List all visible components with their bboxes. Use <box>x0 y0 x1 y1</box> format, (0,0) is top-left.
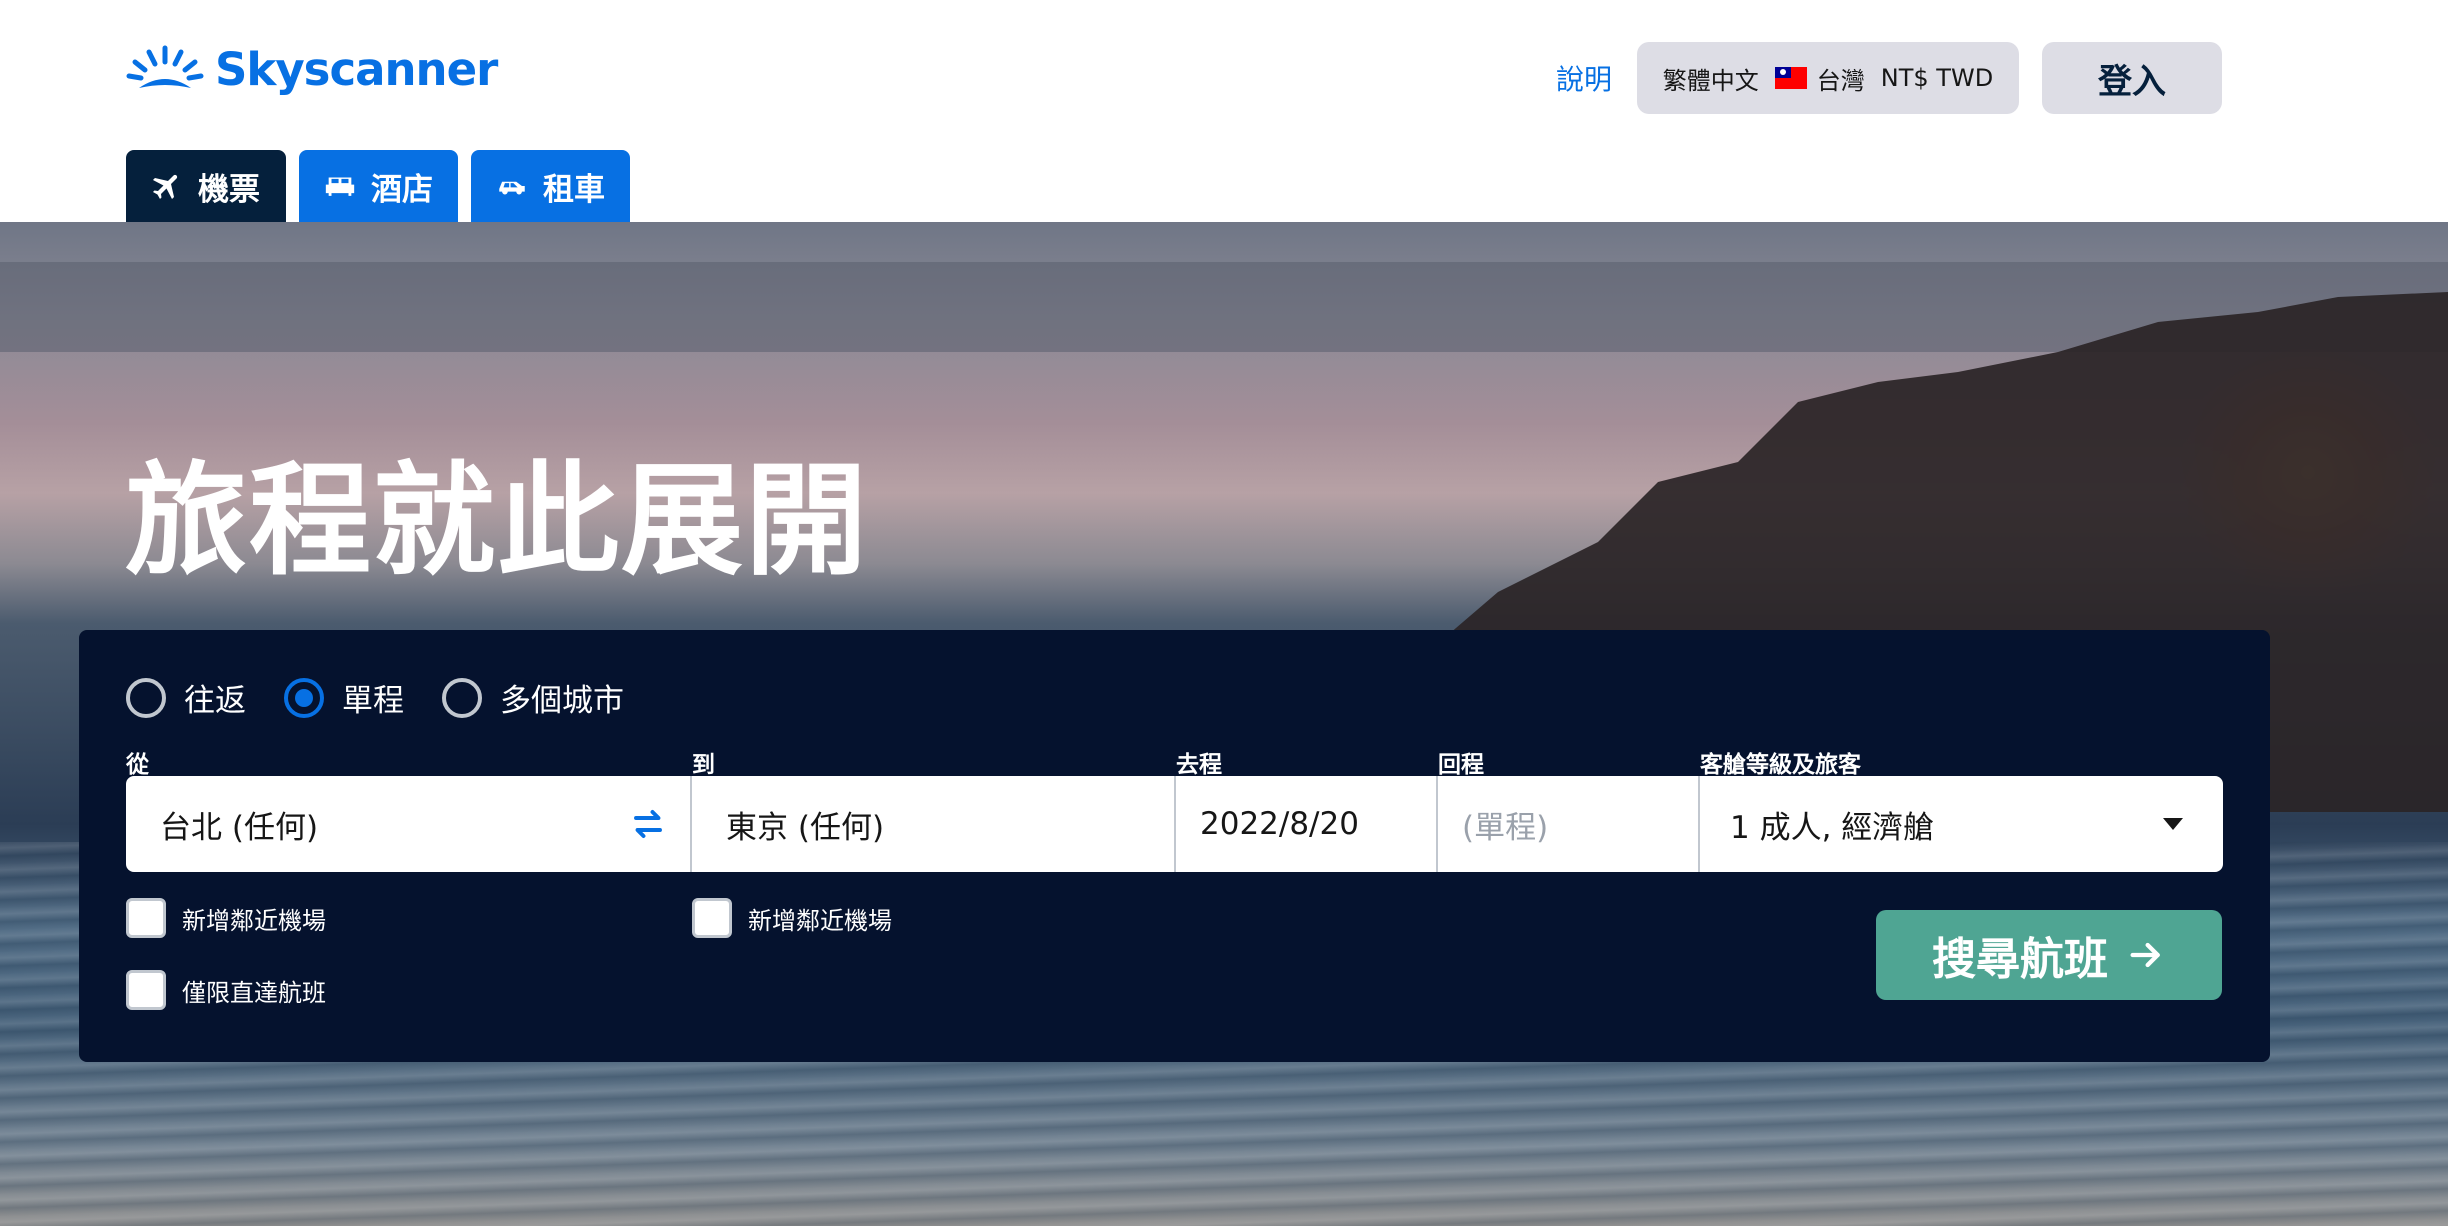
from-value: 台北 (任何) <box>160 809 319 846</box>
plane-icon <box>152 174 178 200</box>
radio-label: 單程 <box>342 683 404 719</box>
travellers-label: 客艙等級及旅客 <box>1700 752 1861 778</box>
from-label: 從 <box>126 752 149 778</box>
tab-label: 機票 <box>198 171 260 208</box>
tab-label: 酒店 <box>371 171 433 208</box>
caret-down-icon <box>2163 818 2183 830</box>
nearby-to-option[interactable]: 新增鄰近機場 <box>692 898 892 938</box>
nearby-from-checkbox[interactable] <box>126 898 166 938</box>
sunrise-icon <box>126 45 204 88</box>
direct-only-option[interactable]: 僅限直達航班 <box>126 970 326 1010</box>
trip-type-one-way[interactable]: 單程 <box>284 675 404 720</box>
search-fields: 台北 (任何) 東京 (任何) 2022/8/20 (單程) 1 成人, 經濟艙 <box>126 776 2223 872</box>
product-tabs: 機票 酒店 租車 <box>126 150 630 222</box>
tab-cars[interactable]: 租車 <box>471 150 630 222</box>
to-input[interactable]: 東京 (任何) <box>692 776 1176 872</box>
hero-title: 旅程就此展開 <box>125 450 869 592</box>
return-date-input[interactable]: (單程) <box>1438 776 1700 872</box>
to-label: 到 <box>692 752 715 778</box>
taiwan-flag-icon <box>1774 67 1807 89</box>
cabin-travellers-select[interactable]: 1 成人, 經濟艙 <box>1700 776 2223 872</box>
radio-label: 多個城市 <box>500 683 624 719</box>
from-input[interactable]: 台北 (任何) <box>126 776 692 872</box>
direct-only-checkbox[interactable] <box>126 970 166 1010</box>
search-flights-button[interactable]: 搜尋航班 <box>1876 910 2222 1000</box>
nearby-to-checkbox[interactable] <box>692 898 732 938</box>
login-button[interactable]: 登入 <box>2042 42 2222 114</box>
flight-search-panel: 往返 單程 多個城市 從 到 去程 回程 客艙等級及旅客 台北 (任何) 東京 … <box>79 630 2270 1062</box>
currency-label: NT$ TWD <box>1880 64 1994 92</box>
arrow-right-icon <box>2130 942 2160 968</box>
checkbox-label: 新增鄰近機場 <box>748 906 892 935</box>
radio-label: 往返 <box>184 683 246 719</box>
return-value: (單程) <box>1462 809 1549 846</box>
nearby-from-option[interactable]: 新增鄰近機場 <box>126 898 326 938</box>
checkbox-label: 僅限直達航班 <box>182 978 326 1007</box>
tab-flights[interactable]: 機票 <box>126 150 286 222</box>
language-label: 繁體中文 <box>1662 66 1759 95</box>
logo-text: Skyscanner <box>215 42 498 96</box>
radio-one-way[interactable] <box>284 677 324 718</box>
depart-label: 去程 <box>1176 752 1222 778</box>
search-button-label: 搜尋航班 <box>1932 934 2108 985</box>
tab-label: 租車 <box>543 171 605 208</box>
travellers-value: 1 成人, 經濟艙 <box>1730 809 1935 846</box>
country-group: 台灣 <box>1774 61 1865 96</box>
trip-type-return[interactable]: 往返 <box>126 675 246 720</box>
swap-icon[interactable] <box>630 806 666 842</box>
skyscanner-logo[interactable]: Skyscanner <box>125 40 498 98</box>
locale-currency-button[interactable]: 繁體中文 台灣 NT$ TWD <box>1637 42 2019 114</box>
checkbox-label: 新增鄰近機場 <box>182 906 326 935</box>
depart-date-input[interactable]: 2022/8/20 <box>1176 776 1438 872</box>
trip-type-multi-city[interactable]: 多個城市 <box>442 675 624 720</box>
return-label: 回程 <box>1438 752 1484 778</box>
bed-icon <box>325 177 355 196</box>
tab-hotels[interactable]: 酒店 <box>299 150 458 222</box>
country-label: 台灣 <box>1816 66 1865 95</box>
help-link[interactable]: 說明 <box>1556 58 1612 98</box>
radio-multi-city[interactable] <box>442 677 482 718</box>
trip-type-selector: 往返 單程 多個城市 <box>126 675 662 720</box>
depart-value: 2022/8/20 <box>1200 806 1359 842</box>
site-header: Skyscanner 說明 繁體中文 台灣 NT$ TWD 登入 機票 酒店 租… <box>0 0 2448 222</box>
to-value: 東京 (任何) <box>726 809 885 846</box>
radio-return[interactable] <box>126 677 166 718</box>
car-icon <box>499 181 525 195</box>
